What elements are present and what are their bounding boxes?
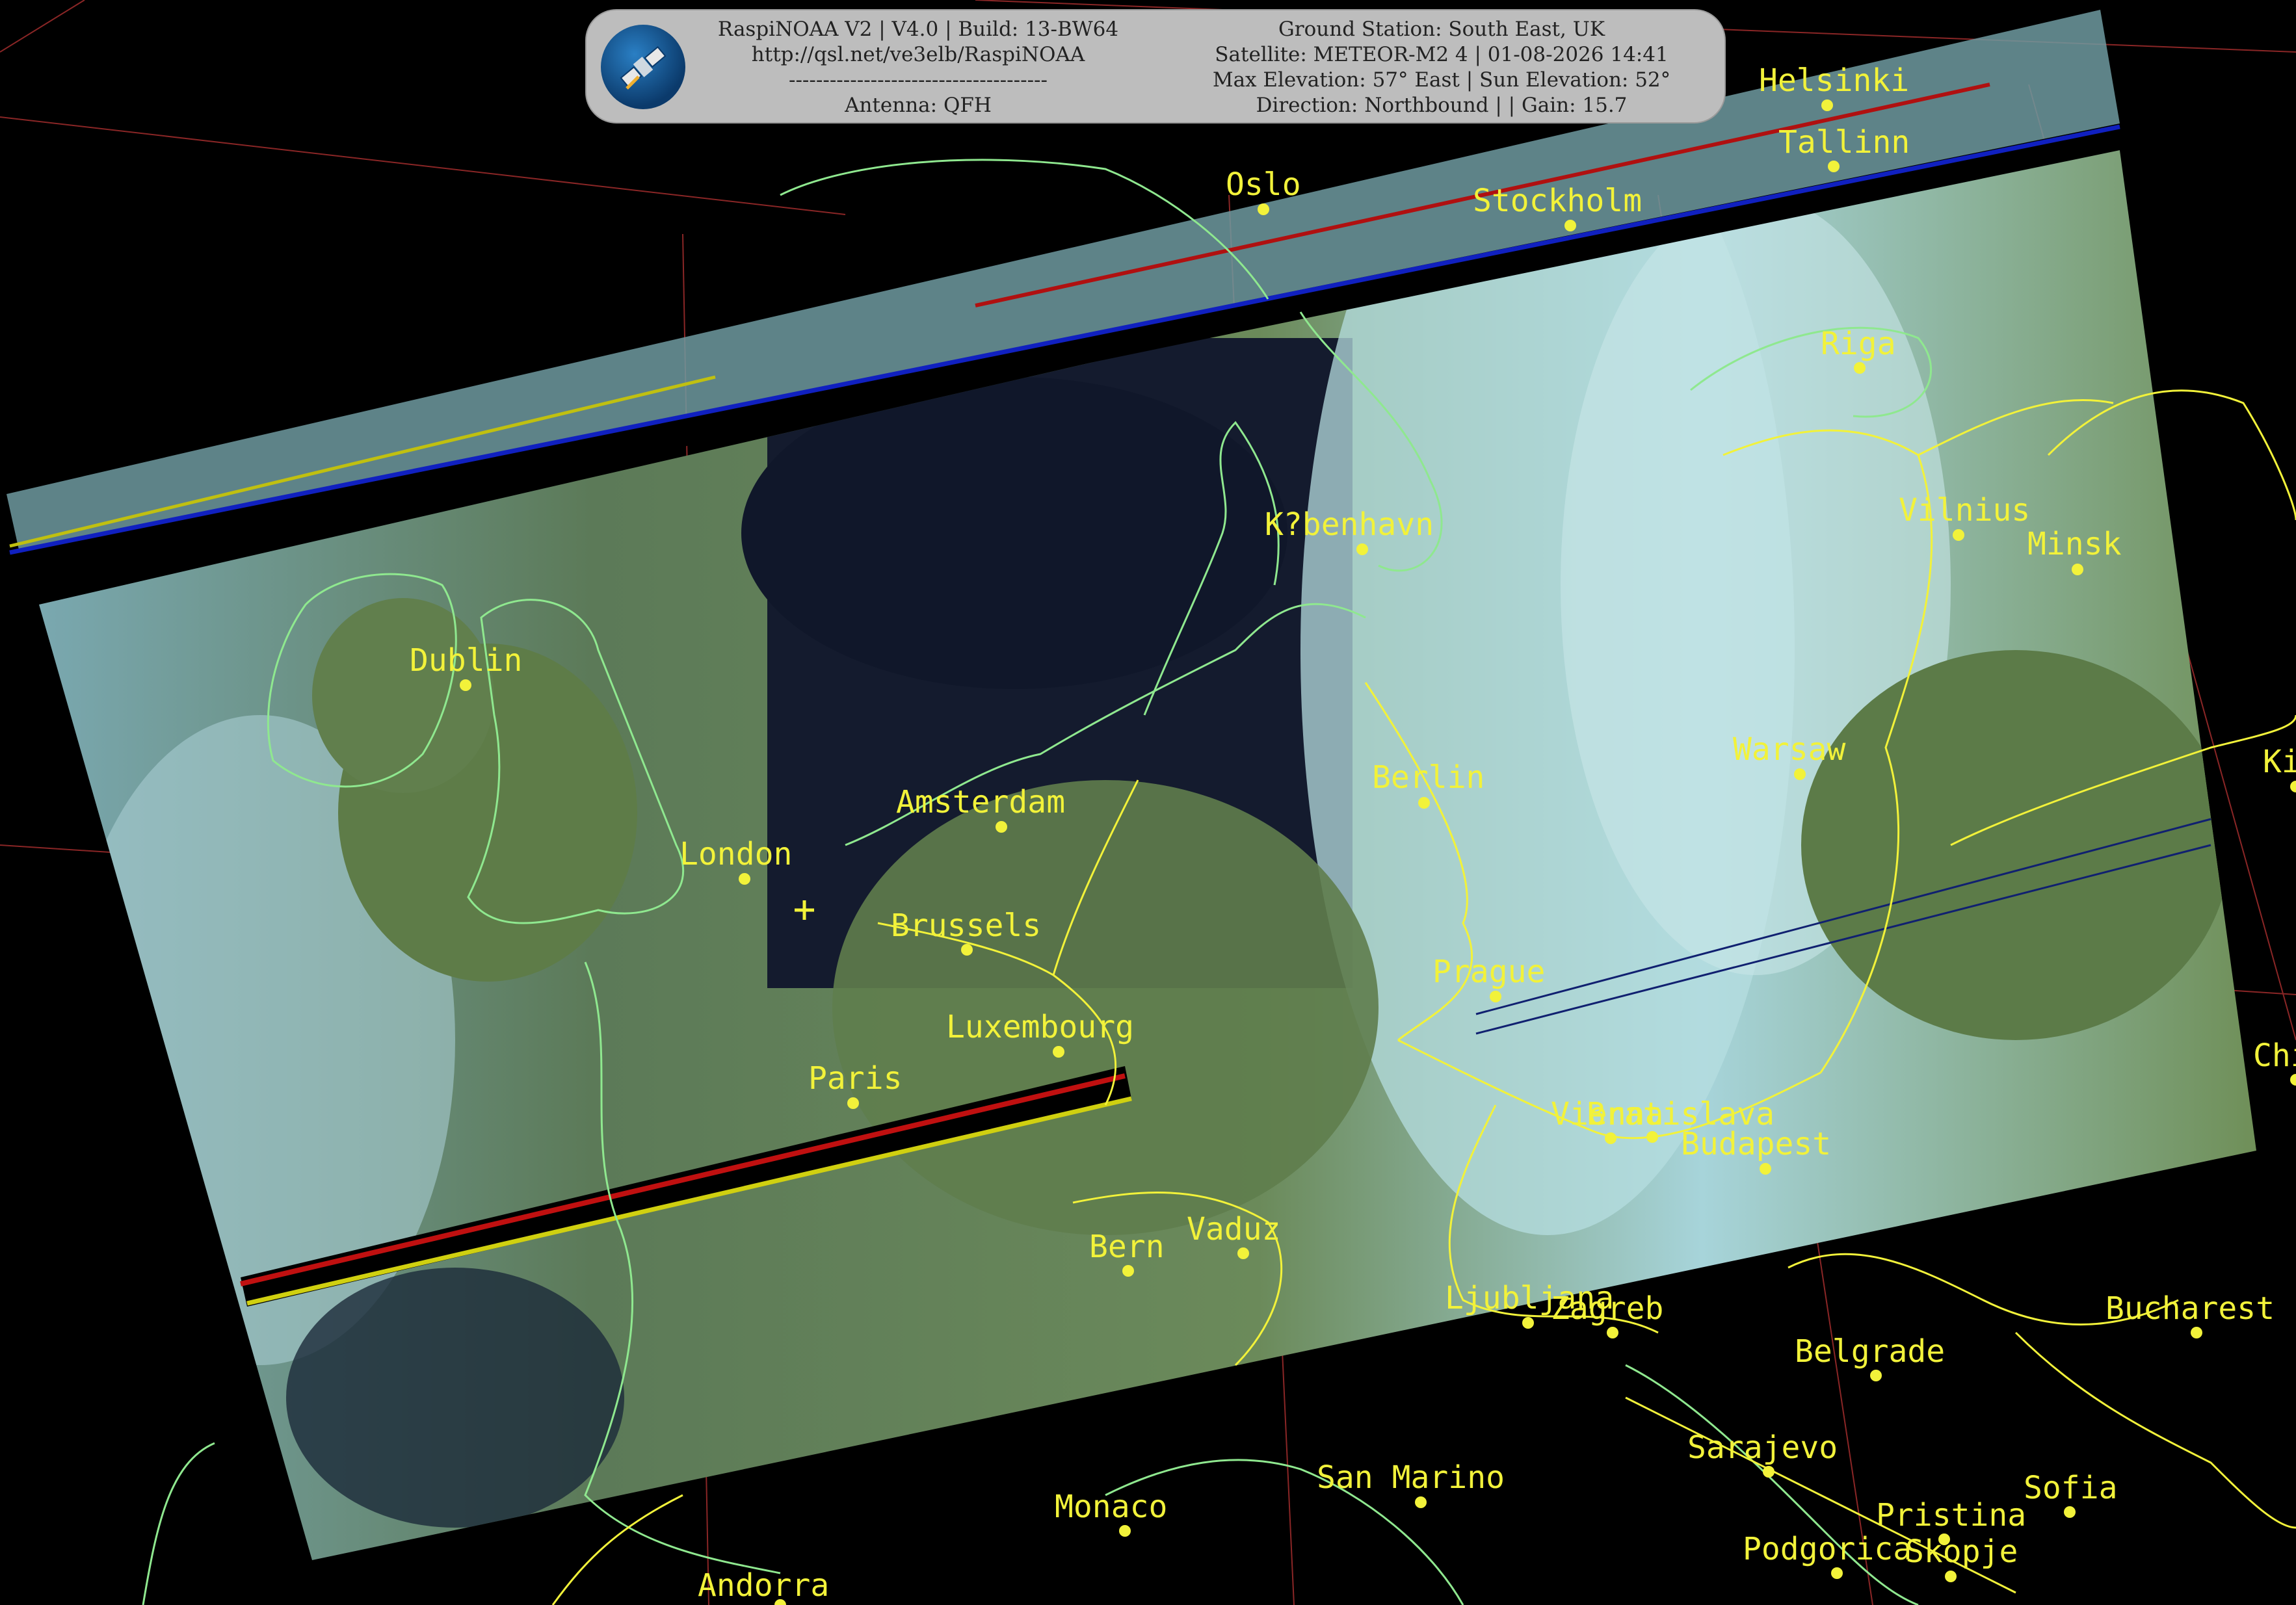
city-marker-warsaw	[1794, 768, 1806, 780]
city-marker-belgrade	[1870, 1370, 1882, 1381]
city-marker-budapest	[1760, 1163, 1771, 1175]
info-direction: Direction: Northbound | | Gain: 15.7	[1256, 94, 1628, 117]
city-label-paris: Paris	[808, 1060, 903, 1097]
city-label-belgrade: Belgrade	[1795, 1333, 1945, 1370]
city-marker-ki	[2290, 781, 2296, 792]
city-label-oslo: Oslo	[1226, 166, 1301, 203]
city-label-prague: Prague	[1432, 954, 1545, 990]
city-marker-monaco	[1119, 1525, 1131, 1537]
city-label-minsk: Minsk	[2027, 526, 2122, 562]
city-label-berlin: Berlin	[1372, 759, 1484, 796]
city-label-monaco: Monaco	[1055, 1489, 1167, 1525]
city-label-bern: Bern	[1089, 1229, 1165, 1265]
city-label-chis: Chis	[2253, 1037, 2296, 1074]
city-marker-helsinki	[1821, 99, 1833, 111]
city-marker-minsk	[2072, 564, 2083, 575]
city-marker-prague	[1490, 991, 1501, 1002]
city-marker-riga	[1854, 362, 1866, 374]
city-marker-bucharest	[2191, 1327, 2202, 1338]
city-marker-vaduz	[1237, 1247, 1249, 1259]
city-label-bucharest: Bucharest	[2105, 1290, 2275, 1327]
city-marker-stockholm	[1564, 220, 1576, 231]
city-marker-chis	[2290, 1074, 2296, 1086]
city-marker-san-marino	[1415, 1496, 1427, 1508]
city-label-sarajevo: Sarajevo	[1687, 1429, 1838, 1466]
info-url: http://qsl.net/ve3elb/RaspiNOAA	[751, 43, 1085, 66]
info-separator: --------------------------------------	[788, 68, 1048, 92]
city-marker-bratislava	[1646, 1131, 1658, 1143]
satellite-icon	[601, 25, 685, 109]
city-label-andorra: Andorra	[698, 1567, 829, 1604]
city-label-vaduz: Vaduz	[1187, 1211, 1281, 1247]
city-label-warsaw: Warsaw	[1733, 731, 1845, 768]
city-marker-podgorica	[1831, 1567, 1843, 1579]
city-marker-vienna	[1605, 1132, 1616, 1144]
city-marker-berlin	[1418, 797, 1430, 809]
city-label-vilnius: Vilnius	[1899, 492, 2030, 528]
info-elevation: Max Elevation: 57° East | Sun Elevation:…	[1212, 68, 1671, 92]
city-marker-ljubljana	[1522, 1317, 1534, 1329]
city-label-podgorica: Podgorica	[1743, 1531, 1912, 1567]
city-marker-sofia	[2064, 1506, 2076, 1518]
city-marker-zagreb	[1607, 1327, 1618, 1338]
city-marker-dublin	[460, 679, 471, 691]
satellite-map: Helsinki Tallinn Oslo Stockholm Riga K?benhav…	[0, 0, 2296, 1605]
info-satellite: Satellite: METEOR-M2 4 | 01-08-2026 14:4…	[1215, 43, 1669, 66]
station-info-box: RaspiNOAA V2 | V4.0 | Build: 13-BW64 htt…	[585, 9, 1726, 124]
city-label-pristina: Pristina	[1876, 1497, 2026, 1533]
city-marker-london	[739, 873, 750, 885]
city-label-dublin: Dublin	[410, 642, 522, 679]
info-ground-station: Ground Station: South East, UK	[1278, 18, 1605, 41]
city-label-brussels: Brussels	[891, 907, 1041, 944]
city-label-zagreb: Zagreb	[1551, 1290, 1663, 1327]
city-label-stockholm: Stockholm	[1473, 183, 1642, 219]
city-label-skopje: Skopje	[1905, 1533, 2018, 1570]
city-marker-bern	[1122, 1265, 1134, 1277]
city-marker-luxembourg	[1053, 1046, 1064, 1058]
imagery-swath	[7, 10, 2256, 1560]
city-marker-amsterdam	[996, 821, 1007, 833]
city-label-riga: Riga	[1821, 326, 1896, 362]
city-label-luxembourg: Luxembourg	[946, 1009, 1134, 1045]
city-marker-paris	[847, 1097, 859, 1109]
city-label-london: London	[680, 836, 792, 872]
city-marker-brussels	[961, 944, 973, 956]
city-marker-k-benhavn	[1356, 543, 1368, 555]
city-label-helsinki: Helsinki	[1759, 62, 1909, 99]
city-label-k-benhavn: K?benhavn	[1265, 506, 1434, 543]
city-label-sofia: Sofia	[2024, 1470, 2118, 1506]
city-label-budapest: Budapest	[1681, 1126, 1831, 1162]
city-label-ki: Ki	[2263, 744, 2296, 780]
city-label-amsterdam: Amsterdam	[896, 784, 1065, 820]
city-label-san-marino: San Marino	[1317, 1459, 1505, 1496]
city-marker-vilnius	[1953, 529, 1964, 541]
city-marker-skopje	[1945, 1571, 1957, 1582]
info-version: RaspiNOAA V2 | V4.0 | Build: 13-BW64	[717, 18, 1119, 41]
city-marker-oslo	[1258, 203, 1269, 215]
info-antenna: Antenna: QFH	[845, 94, 992, 117]
city-marker-tallinn	[1828, 161, 1840, 172]
city-label-tallinn: Tallinn	[1778, 124, 1910, 161]
city-marker-sarajevo	[1763, 1466, 1775, 1478]
